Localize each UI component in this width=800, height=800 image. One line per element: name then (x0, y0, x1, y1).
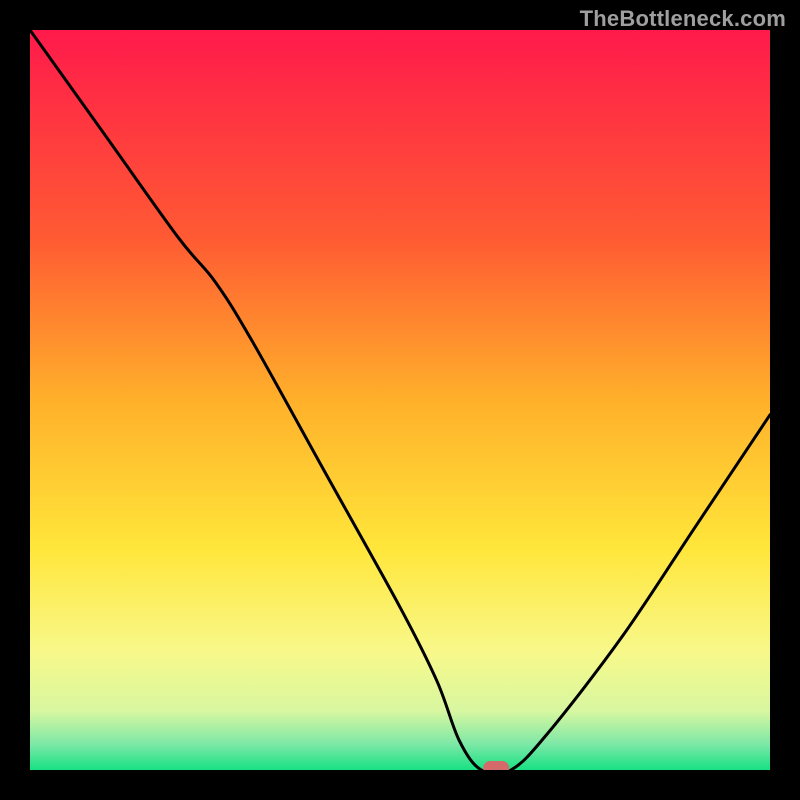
attribution-label: TheBottleneck.com (580, 6, 786, 32)
chart-frame: TheBottleneck.com (0, 0, 800, 800)
gradient-background (30, 30, 770, 770)
bottleneck-chart (30, 30, 770, 770)
plot-area (30, 30, 770, 770)
marker-point (483, 761, 509, 770)
